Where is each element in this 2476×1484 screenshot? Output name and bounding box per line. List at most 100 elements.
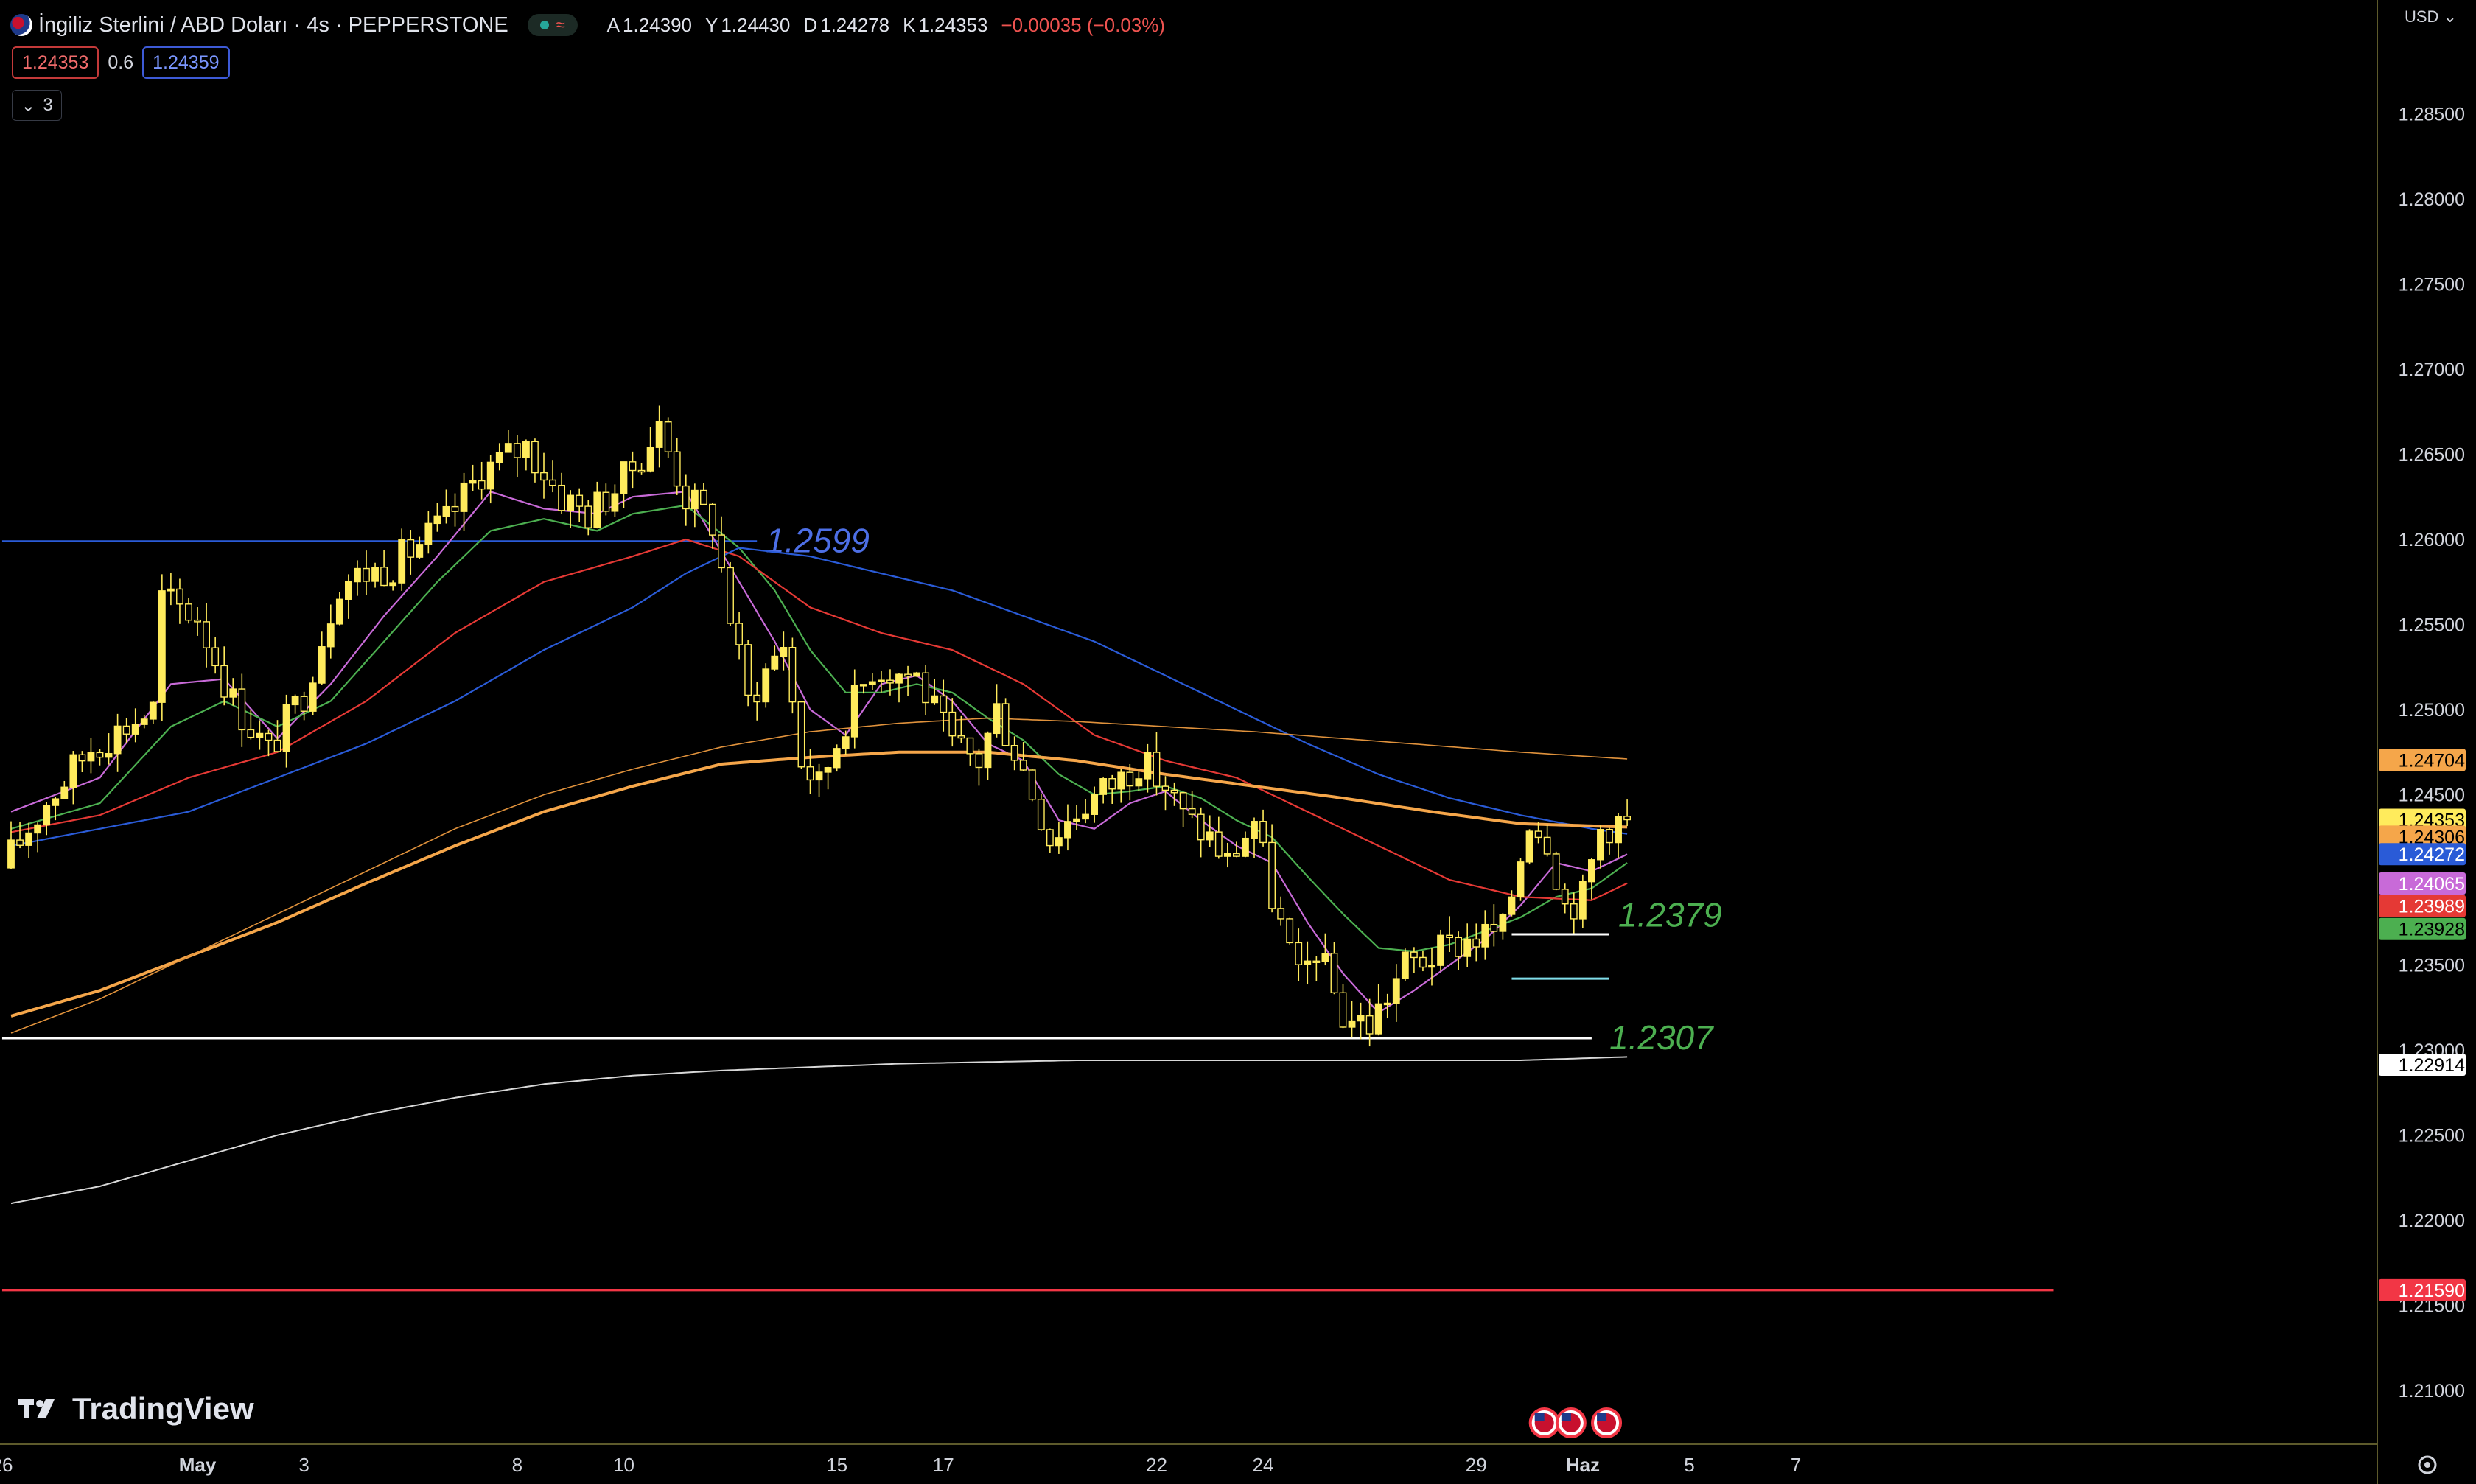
candle-body (558, 484, 566, 511)
candle-body (1499, 914, 1507, 932)
candle-body (34, 824, 42, 834)
y-tick-label: 1.27000 (2399, 360, 2465, 380)
candle-body (682, 485, 690, 510)
candle-body (265, 732, 273, 741)
y-tick-label: 1.26000 (2399, 530, 2465, 550)
candle-body (1214, 831, 1223, 857)
tradingview-logo[interactable]: TradingView (18, 1391, 254, 1427)
candle-body (753, 694, 761, 703)
candle-body (96, 752, 104, 758)
candle-body (1232, 853, 1240, 857)
market-status-badge[interactable]: ≈ (527, 14, 578, 36)
series-ema_mid (10, 504, 1628, 953)
y-tick-label: 1.28500 (2399, 104, 2465, 125)
candle-body (335, 598, 343, 625)
candle-body (1251, 821, 1258, 839)
logo-text: TradingView (72, 1391, 254, 1426)
currency-label: USD (2404, 7, 2439, 26)
price-badge-value: 1.23928 (2399, 920, 2465, 940)
candle-body (664, 421, 672, 452)
candle-body (1055, 837, 1063, 847)
price-badge-value: 1.24704 (2399, 750, 2465, 771)
candle-body (948, 711, 957, 737)
candle-body (931, 695, 939, 704)
level-label: 1.2307 (1609, 1018, 1714, 1057)
ohlc-label-D: D (803, 13, 818, 36)
candle-body (1623, 816, 1631, 821)
candle-body (1099, 778, 1108, 795)
candle-body (398, 539, 406, 584)
candle-body (540, 472, 548, 481)
ohlc-label-Y: Y (705, 13, 718, 36)
candle-body (850, 685, 858, 738)
x-tick-label: May (179, 1454, 217, 1476)
x-tick-label: 15 (826, 1454, 847, 1476)
candle-body (167, 588, 175, 592)
buy-button[interactable]: 1.24359 (142, 46, 230, 79)
price-chart[interactable]: 1.2599 1.2307 1.2379 1.28500 1.28000 1.27500 1… (0, 0, 2476, 1484)
y-tick-label: 1.22500 (2399, 1126, 2465, 1147)
candle-body (1490, 923, 1498, 932)
gbp-usd-flag-icon (10, 14, 32, 36)
candle-body (1365, 1015, 1374, 1035)
candle-body (1517, 861, 1525, 898)
buy-sell-panel: 1.24353 0.6 1.24359 (12, 46, 230, 79)
candle-body (131, 724, 139, 735)
candle-body (78, 754, 86, 762)
candle-body (1001, 703, 1010, 746)
candle-body (859, 684, 867, 687)
candle-body (975, 753, 983, 769)
us-event-flag-icon[interactable] (1528, 1407, 1560, 1438)
ohlc-value-K: 1.24353 (918, 13, 988, 36)
candle-body (16, 839, 24, 846)
candle-body (1606, 829, 1613, 844)
indicators-toggle-button[interactable]: ⌄ 3 (12, 90, 62, 121)
candle-body (1330, 953, 1338, 994)
sell-button[interactable]: 1.24353 (12, 46, 99, 79)
candle-body (1037, 799, 1045, 830)
candle-body (1525, 830, 1533, 863)
candle-body (1135, 778, 1143, 787)
candle-body (762, 668, 770, 703)
candle-body (1277, 908, 1285, 920)
candle-body (1304, 960, 1312, 965)
us-event-flag-icon[interactable] (1591, 1407, 1623, 1438)
candle-body (1153, 752, 1161, 787)
candle-body (478, 480, 486, 490)
x-tick-label: 24 (1253, 1454, 1274, 1476)
candle-body (646, 447, 654, 472)
y-tick-label: 1.26500 (2399, 444, 2465, 465)
candle-body (1091, 794, 1099, 815)
price-badge-value: 1.24272 (2399, 844, 2465, 865)
series-sma_white (10, 1056, 1628, 1205)
candle-body (1268, 841, 1276, 909)
candle-body (1472, 938, 1480, 948)
ohlc-label-A: A (606, 13, 620, 36)
series-ema_fast (10, 491, 1628, 1014)
candle-body (1010, 745, 1018, 761)
candle-body (158, 590, 166, 703)
candle-body (1508, 896, 1516, 915)
symbol-header[interactable]: İngiliz Sterlini / ABD Doları · 4s · PEP… (10, 10, 1165, 40)
candle-body (602, 491, 610, 512)
ohlc-value-D: 1.24278 (820, 13, 890, 36)
candle-body (1455, 937, 1463, 957)
symbol-title[interactable]: İngiliz Sterlini / ABD Doları · 4s · PEP… (38, 13, 508, 38)
y-tick-label: 1.23500 (2399, 956, 2465, 976)
x-tick-label: 29 (1466, 1454, 1487, 1476)
candle-body (1295, 942, 1303, 965)
candle-body (1046, 829, 1054, 847)
candle-body (256, 732, 264, 738)
candle-body (318, 646, 326, 684)
us-event-flag-icon[interactable] (1555, 1407, 1587, 1438)
currency-selector[interactable]: USD ⌄ (2405, 7, 2457, 27)
candle-body (1463, 938, 1472, 957)
candle-body (326, 623, 335, 648)
candle-body (1615, 816, 1622, 844)
candle-body (771, 655, 779, 670)
candle-body (122, 725, 130, 735)
x-tick-label: 17 (933, 1454, 954, 1476)
candle-body (1428, 965, 1435, 968)
candle-body (442, 505, 450, 517)
candle-body (629, 461, 637, 472)
